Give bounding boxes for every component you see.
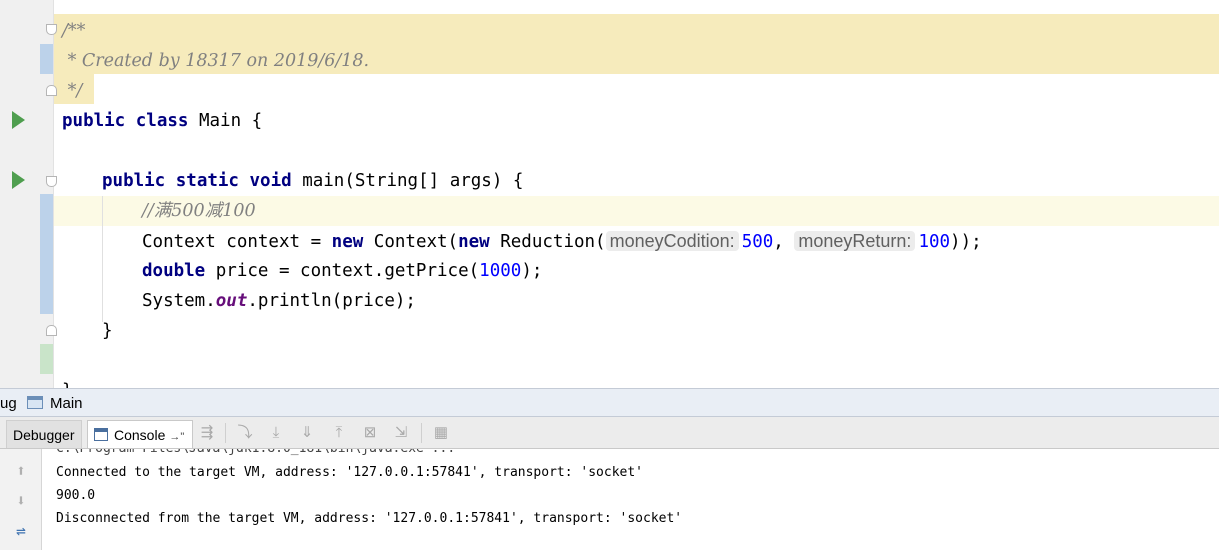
tab-label: Console: [114, 427, 166, 443]
force-step-into-icon[interactable]: ⇓: [297, 424, 317, 442]
brace: }: [62, 381, 73, 388]
fold-collapse-icon[interactable]: [46, 176, 57, 187]
keyword: public class: [62, 111, 189, 131]
toolbar-separator: [421, 423, 422, 443]
console-line: Connected to the target VM, address: '12…: [56, 465, 643, 480]
code-line-4: public class Main {: [62, 106, 262, 136]
code-text: );: [521, 261, 543, 281]
keyword: new: [331, 232, 364, 252]
evaluate-expression-icon[interactable]: ▦: [431, 424, 451, 442]
code-editor[interactable]: /** * Created by 18317 on 2019/6/18. */ …: [0, 0, 1219, 388]
toolbar-separator: [225, 423, 226, 443]
debug-title: ug: [0, 395, 17, 412]
pin-tab-icon[interactable]: →": [169, 431, 184, 443]
parameter-hint: moneyCodition:: [605, 231, 739, 251]
fold-end-icon[interactable]: [46, 325, 57, 336]
drop-frame-icon[interactable]: ⊠: [360, 424, 380, 442]
run-to-cursor-icon[interactable]: ⇲: [391, 424, 411, 442]
run-main-icon[interactable]: [12, 171, 25, 189]
method-signature: main(String[] args) {: [291, 171, 524, 191]
tab-console[interactable]: Console →": [87, 420, 193, 448]
code-text: ,: [773, 232, 795, 252]
tab-debugger[interactable]: Debugger: [6, 420, 82, 448]
step-into-icon[interactable]: ⤓: [266, 424, 286, 442]
fold-collapse-icon[interactable]: [46, 24, 57, 35]
step-over-icon[interactable]: ⤵: [235, 424, 255, 442]
code-text: ));: [950, 232, 982, 252]
number-literal: 500: [741, 232, 774, 252]
console-line: 900.0: [56, 488, 96, 503]
keyword: public static void: [102, 171, 292, 191]
console-line: Disconnected from the target VM, address…: [56, 511, 683, 526]
change-marker[interactable]: [40, 44, 53, 74]
code-text: .println(price);: [247, 291, 416, 311]
number-literal: 1000: [479, 261, 522, 281]
static-field: out: [215, 291, 248, 311]
code-line-11: }: [102, 316, 113, 346]
soft-wrap-icon[interactable]: ⇌: [11, 521, 31, 541]
step-out-icon[interactable]: ⤒: [329, 424, 349, 442]
indent-guide: [102, 196, 103, 322]
code-line-6: public static void main(String[] args) {: [102, 166, 523, 196]
keyword: double: [142, 261, 206, 281]
code-line-3: */: [62, 76, 83, 106]
down-arrow-icon[interactable]: ⬇: [11, 491, 31, 511]
code-line-2: * Created by 18317 on 2019/6/18.: [62, 46, 370, 76]
number-literal: 100: [918, 232, 951, 252]
application-icon: [27, 396, 43, 409]
doc-comment: /**: [62, 21, 86, 41]
code-text: System.: [142, 291, 216, 311]
code-line-13: }: [62, 376, 73, 388]
doc-comment: */: [62, 81, 83, 101]
brace: }: [102, 321, 113, 341]
run-config-tab[interactable]: Main: [50, 395, 83, 412]
keyword: new: [458, 232, 490, 252]
code-line-10: System.out.println(price);: [142, 286, 416, 316]
added-marker[interactable]: [40, 344, 53, 374]
run-class-icon[interactable]: [12, 111, 25, 129]
console-line-partial: C:\Program Files\Java\jdk1.8.0_181\bin\j…: [56, 449, 455, 457]
change-marker[interactable]: [40, 194, 53, 314]
code-text: price = context.getPrice(: [205, 261, 480, 281]
debug-tool-window-header: ug Main: [0, 388, 1219, 417]
code-text: Reduction(: [489, 232, 606, 252]
console-icon: [94, 428, 108, 441]
console-side-toolbar: ⬆ ⬇ ⇌: [0, 449, 42, 550]
tab-label: Debugger: [13, 427, 75, 443]
line-comment: //满500减100: [142, 201, 256, 221]
show-execution-point-icon[interactable]: ⇶: [197, 424, 217, 442]
console-output[interactable]: C:\Program Files\Java\jdk1.8.0_181\bin\j…: [42, 449, 1219, 550]
code-text: Context(: [363, 232, 459, 252]
code-line-9: double price = context.getPrice(1000);: [142, 256, 542, 286]
debug-toolbar: Debugger Console →" ⇶ ⤵ ⤓ ⇓ ⤒ ⊠ ⇲ ▦: [0, 417, 1219, 449]
parameter-hint: moneyReturn:: [794, 231, 916, 251]
fold-end-icon[interactable]: [46, 85, 57, 96]
up-arrow-icon[interactable]: ⬆: [11, 461, 31, 481]
doc-comment: * Created by 18317 on 2019/6/18.: [62, 51, 370, 71]
code-text: Context context =: [142, 232, 332, 252]
code-line-1: /**: [62, 16, 85, 46]
class-name: Main {: [188, 111, 263, 131]
code-line-8: Context context = new Context(new Reduct…: [142, 226, 982, 256]
code-line-7: //满500减100: [142, 196, 256, 226]
